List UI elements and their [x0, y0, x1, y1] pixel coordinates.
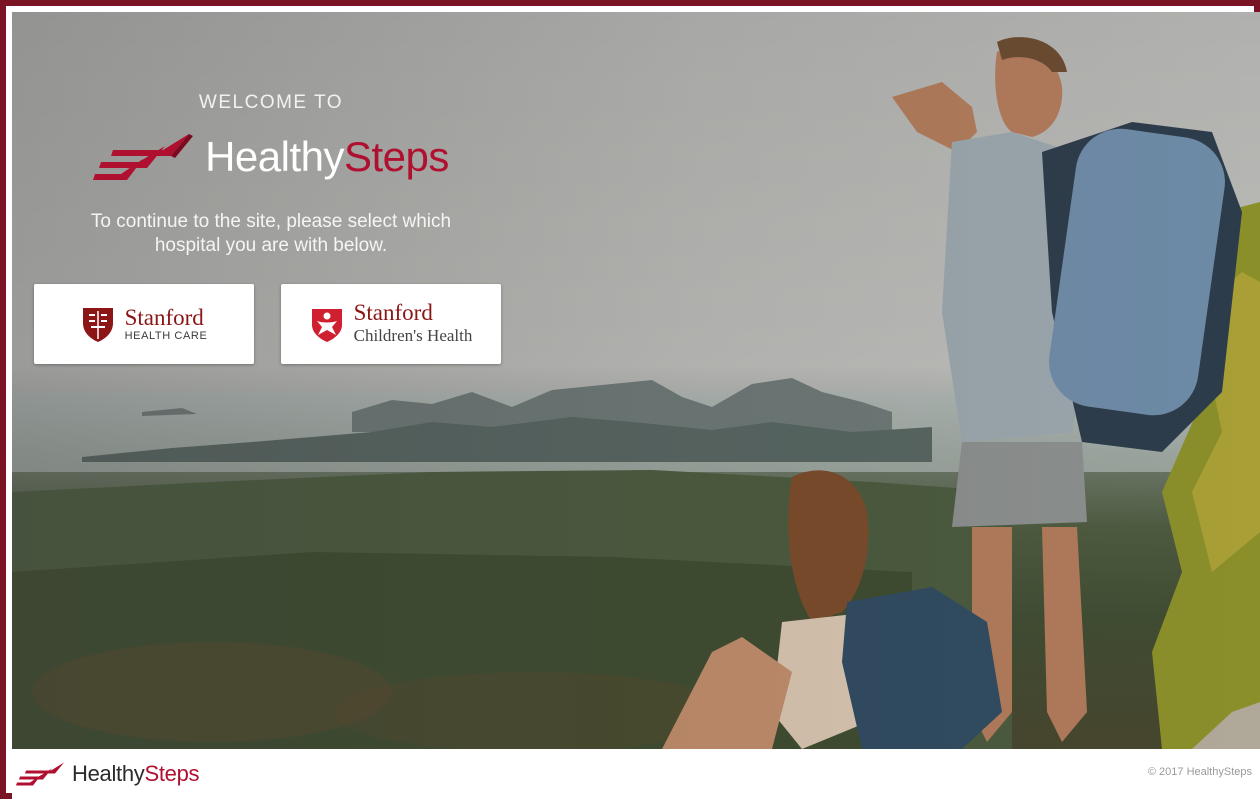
stanford-health-care-label: Stanford HEALTH CARE	[124, 304, 208, 342]
stanford-childrens-name: Stanford	[353, 300, 433, 325]
welcome-heading: WELCOME TO	[198, 92, 344, 113]
stanford-health-care-button[interactable]: Stanford HEALTH CARE	[34, 284, 254, 364]
brand-name-steps: Steps	[344, 133, 449, 180]
stanford-shield-icon	[82, 308, 113, 342]
footer-brand-name: HealthySteps	[72, 761, 200, 787]
stanford-health-care-subtitle: HEALTH CARE	[124, 329, 208, 342]
stanford-childrens-health-button[interactable]: Stanford Children's Health	[281, 284, 501, 364]
instruction-line-2: hospital you are with below.	[154, 235, 388, 256]
stanford-childrens-subtitle: Children's Health	[353, 326, 473, 345]
steps-logo-icon	[93, 134, 194, 180]
stanford-childrens-health-label: Stanford Children's Health	[353, 300, 473, 346]
welcome-panel: WELCOME TO HealthySteps To continue to t…	[26, 92, 516, 364]
stanford-health-care-name: Stanford	[124, 304, 204, 330]
footer-brand-healthy: Healthy	[72, 761, 145, 786]
stanford-childrens-heart-icon	[311, 309, 342, 342]
brand-name: HealthySteps	[205, 133, 449, 181]
footer-logo[interactable]: HealthySteps	[16, 761, 200, 787]
footer-steps-logo-icon	[16, 762, 64, 786]
footer-brand-steps: Steps	[144, 761, 200, 786]
healthysteps-logo: HealthySteps	[26, 132, 516, 182]
footer: HealthySteps © 2017 HealthySteps	[12, 749, 1260, 799]
page-frame: WELCOME TO HealthySteps To continue to t…	[0, 0, 1260, 799]
hospital-options: Stanford HEALTH CARE Stanford Children's…	[26, 284, 516, 364]
instruction-text: To continue to the site, please select w…	[26, 210, 516, 258]
hero-background: WELCOME TO HealthySteps To continue to t…	[12, 12, 1260, 749]
copyright-text: © 2017 HealthySteps	[1147, 766, 1252, 778]
instruction-line-1: To continue to the site, please select w…	[90, 211, 452, 232]
brand-name-healthy: Healthy	[205, 133, 344, 180]
